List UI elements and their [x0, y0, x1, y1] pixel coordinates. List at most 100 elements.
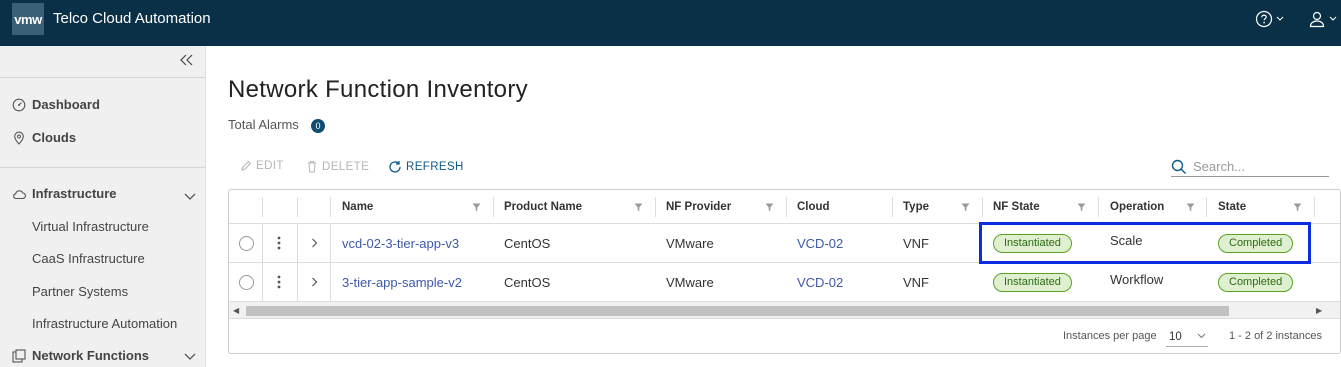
user-icon	[1309, 11, 1325, 28]
sidebar: Dashboard Clouds Infrastructure Virtual …	[0, 46, 206, 367]
alarm-count-badge[interactable]: 0	[311, 119, 325, 133]
dashboard-icon	[12, 98, 26, 112]
delete-button[interactable]: DELETE	[306, 160, 369, 173]
help-circle-icon	[1255, 10, 1273, 28]
filter-icon[interactable]	[1077, 203, 1086, 212]
filter-icon[interactable]	[1293, 203, 1302, 212]
column-header-product-name[interactable]: Product Name	[504, 190, 582, 223]
double-chevron-left-icon	[180, 54, 193, 66]
column-divider	[786, 197, 787, 217]
column-divider	[655, 197, 656, 217]
sidebar-subitem-virtual-infrastructure[interactable]: Virtual Infrastructure	[32, 219, 149, 234]
row-actions-kebab-icon[interactable]	[277, 263, 281, 301]
top-header: vmw Telco Cloud Automation	[0, 0, 1341, 46]
column-divider	[262, 197, 263, 217]
sidebar-subitem-caas-infrastructure[interactable]: CaaS Infrastructure	[32, 251, 145, 266]
sidebar-subitem-partner-systems[interactable]: Partner Systems	[32, 284, 128, 299]
sidebar-collapse-button[interactable]	[180, 54, 198, 70]
search-input[interactable]	[1193, 159, 1323, 174]
sidebar-subitem-infrastructure-automation[interactable]: Infrastructure Automation	[32, 316, 177, 331]
refresh-icon	[388, 160, 402, 174]
chevron-down-icon	[1276, 16, 1284, 21]
refresh-button[interactable]: REFRESH	[388, 160, 464, 174]
row-expand-chevron-icon[interactable]	[311, 263, 318, 301]
cloud-link[interactable]: VCD-02	[797, 224, 843, 262]
column-divider	[330, 197, 331, 217]
column-divider	[262, 224, 263, 262]
column-header-nf-state[interactable]: NF State	[993, 190, 1040, 223]
app-title: Telco Cloud Automation	[53, 10, 211, 27]
location-pin-icon	[12, 131, 26, 145]
sidebar-item-dashboard[interactable]: Dashboard	[12, 97, 100, 112]
chevron-down-icon[interactable]	[184, 352, 196, 362]
type-cell: VNF	[903, 235, 929, 251]
nf-name-link[interactable]: vcd-02-3-tier-app-v3	[342, 224, 459, 262]
table-row[interactable]: 3-tier-app-sample-v2 CentOS VMware VCD-0…	[229, 263, 1340, 302]
status-badge: Instantiated	[993, 272, 1072, 292]
column-divider	[1098, 197, 1099, 217]
nf-provider-cell: VMware	[666, 235, 714, 251]
help-menu-button[interactable]	[1255, 9, 1287, 29]
table-footer: Instances per page 10 1 - 2 of 2 instanc…	[229, 320, 1340, 353]
cloud-link[interactable]: VCD-02	[797, 263, 843, 301]
filter-icon[interactable]	[961, 203, 970, 212]
sidebar-item-clouds[interactable]: Clouds	[12, 130, 76, 145]
vmware-logo: vmw	[12, 3, 44, 35]
cloud-icon	[12, 187, 26, 201]
nf-inventory-table: Name Product Name NF Provider Cloud Type…	[228, 189, 1341, 354]
row-expand-chevron-icon[interactable]	[311, 224, 318, 262]
search-box	[1171, 157, 1329, 177]
scroll-left-arrow-icon[interactable]: ◀	[233, 306, 239, 315]
column-divider	[982, 197, 983, 217]
column-header-operation[interactable]: Operation	[1110, 190, 1164, 223]
column-header-nf-provider[interactable]: NF Provider	[666, 190, 731, 223]
row-actions-kebab-icon[interactable]	[277, 224, 281, 262]
column-divider	[330, 263, 331, 301]
nf-provider-cell: VMware	[666, 274, 714, 290]
row-select-radio[interactable]	[239, 263, 254, 301]
column-divider	[330, 224, 331, 262]
pagination-summary: 1 - 2 of 2 instances	[1229, 330, 1322, 342]
per-page-value: 10	[1169, 330, 1182, 343]
chevron-down-icon	[1197, 333, 1206, 339]
sidebar-item-label: Network Functions	[32, 348, 150, 363]
highlight-box	[979, 222, 1311, 264]
filter-icon[interactable]	[1186, 203, 1195, 212]
scrollbar-thumb[interactable]	[246, 306, 1229, 316]
sidebar-item-label: Infrastructure	[32, 186, 117, 201]
product-name-cell: CentOS	[504, 235, 551, 251]
column-header-type[interactable]: Type	[903, 190, 929, 223]
sidebar-item-network-functions[interactable]: Network Functions	[12, 348, 149, 363]
column-header-state[interactable]: State	[1218, 190, 1246, 223]
horizontal-scrollbar[interactable]: ◀ ▶	[229, 302, 1340, 319]
user-menu-button[interactable]	[1308, 9, 1340, 29]
refresh-label: REFRESH	[406, 161, 464, 173]
edit-label: EDIT	[256, 160, 284, 172]
edit-button[interactable]: EDIT	[240, 160, 284, 172]
column-header-name[interactable]: Name	[342, 190, 373, 223]
nf-name-link[interactable]: 3-tier-app-sample-v2	[342, 263, 462, 301]
state-cell: Completed	[1218, 263, 1294, 301]
row-select-radio[interactable]	[239, 224, 254, 262]
scroll-right-arrow-icon[interactable]: ▶	[1316, 306, 1322, 315]
sidebar-item-label: Dashboard	[32, 97, 100, 112]
product-name-cell: CentOS	[504, 274, 551, 290]
filter-icon[interactable]	[472, 203, 481, 212]
chevron-down-icon	[1329, 16, 1337, 21]
total-alarms-label: Total Alarms	[228, 117, 299, 132]
search-icon	[1171, 159, 1186, 174]
column-divider	[892, 197, 893, 217]
filter-icon[interactable]	[634, 203, 643, 212]
trash-icon	[306, 160, 318, 173]
sidebar-item-label: Clouds	[32, 130, 77, 145]
column-divider	[262, 263, 263, 301]
status-badge: Completed	[1218, 272, 1294, 292]
column-header-cloud[interactable]: Cloud	[797, 190, 830, 223]
column-divider	[297, 224, 298, 262]
chevron-down-icon[interactable]	[184, 192, 196, 202]
sidebar-divider	[0, 167, 206, 168]
filter-icon[interactable]	[765, 203, 774, 212]
per-page-select[interactable]: 10	[1166, 327, 1208, 347]
sidebar-item-infrastructure[interactable]: Infrastructure	[12, 186, 117, 201]
column-divider	[1314, 197, 1315, 217]
